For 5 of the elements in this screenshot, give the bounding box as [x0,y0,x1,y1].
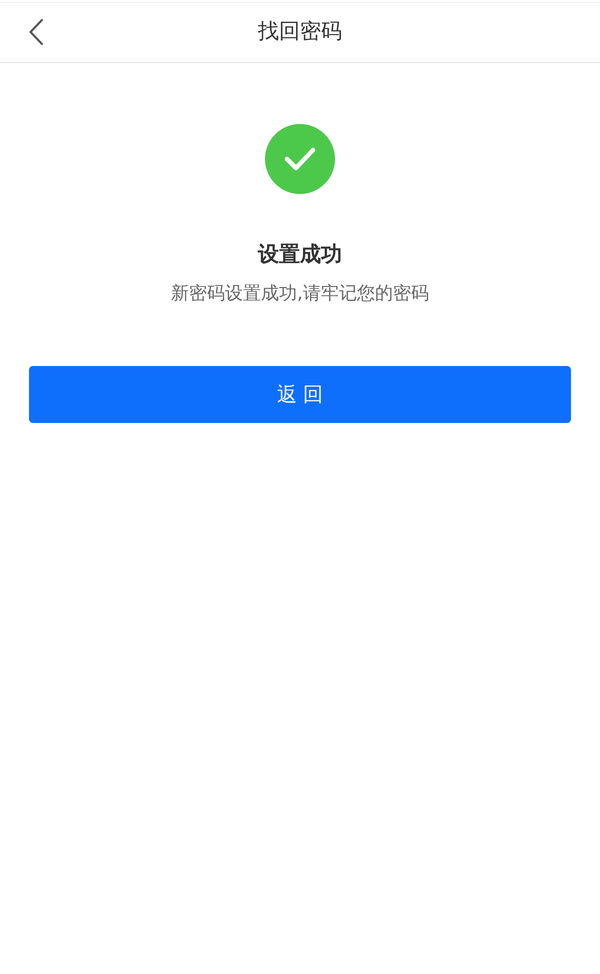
result-title: 设置成功 [258,241,342,268]
back-action-button[interactable]: 返 回 [29,366,571,423]
back-chevron-icon [29,19,43,45]
result-message: 新密码设置成功,请牢记您的密码 [171,282,429,306]
page-title: 找回密码 [258,18,342,45]
